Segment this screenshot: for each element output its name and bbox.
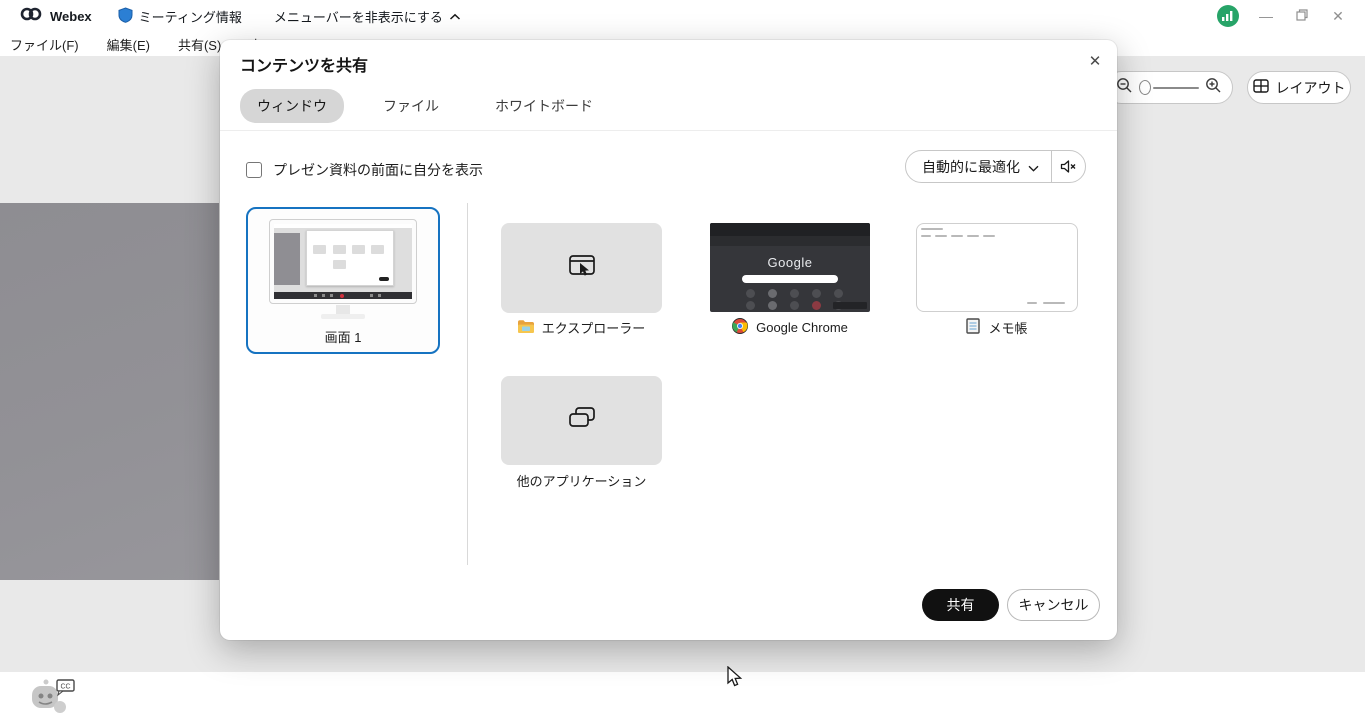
svg-text:CC: CC: [60, 684, 70, 691]
meeting-controls-bar: [0, 672, 1365, 725]
close-window-button[interactable]: ✕: [1329, 8, 1347, 25]
hide-menubar-label: メニューバーを非表示にする: [274, 7, 443, 26]
monitor-stand: [336, 305, 350, 314]
chevron-up-icon: [449, 9, 461, 24]
webex-assistant-icon[interactable]: CC: [24, 676, 76, 720]
screen-1-card[interactable]: 画面 1: [246, 207, 440, 354]
dialog-cancel-button[interactable]: キャンセル: [1007, 589, 1100, 621]
stacked-windows-icon: [567, 404, 597, 437]
window-card-other-apps[interactable]: [501, 376, 662, 465]
show-me-in-front-checkbox[interactable]: [246, 162, 262, 178]
menu-file[interactable]: ファイル(F): [10, 35, 79, 54]
chrome-footer-chip: [833, 302, 867, 309]
webex-logo-icon: [20, 6, 42, 27]
optimize-dropdown-group: 自動的に最適化: [905, 150, 1086, 183]
minimize-button[interactable]: —: [1257, 8, 1275, 24]
chrome-addressbar: [710, 236, 870, 246]
tab-file[interactable]: ファイル: [366, 89, 456, 123]
app-title: Webex: [50, 9, 92, 24]
chevron-down-icon: [1028, 159, 1039, 175]
window-label-chrome: Google Chrome: [710, 318, 870, 337]
dialog-share-button[interactable]: 共有: [922, 589, 999, 621]
stage-zoom-control: [1105, 71, 1233, 104]
window-label-explorer: エクスプローラー: [501, 318, 662, 337]
window-label-other-apps: 他のアプリケーション: [501, 471, 662, 490]
show-me-in-front-row: プレゼン資料の前面に自分を表示: [246, 160, 483, 180]
zoom-out-icon[interactable]: [1116, 77, 1133, 99]
meeting-info-button[interactable]: ミーティング情報: [118, 7, 242, 26]
titlebar: Webex ミーティング情報 メニューバーを非表示にする — ✕: [0, 0, 1365, 32]
dialog-close-icon[interactable]: ✕: [1082, 48, 1108, 74]
meeting-info-label: ミーティング情報: [139, 7, 242, 26]
self-video-tile[interactable]: [0, 203, 219, 580]
zoom-in-icon[interactable]: [1205, 77, 1222, 99]
chrome-tabstrip: [710, 223, 870, 236]
tabs-divider: [220, 130, 1117, 131]
optimize-label: 自動的に最適化: [922, 157, 1020, 177]
tab-window[interactable]: ウィンドウ: [240, 89, 344, 123]
menu-edit[interactable]: 編集(E): [107, 35, 150, 54]
layout-button[interactable]: レイアウト: [1247, 71, 1351, 104]
explorer-folder-icon: [518, 320, 534, 336]
window-label-notepad: メモ帳: [916, 318, 1078, 337]
screen-1-label: 画面 1: [248, 327, 438, 346]
connection-quality-indicator[interactable]: [1217, 5, 1239, 27]
share-audio-muted-icon[interactable]: [1052, 151, 1085, 182]
screen-1-thumbnail: [269, 219, 417, 304]
share-tabs: ウィンドウ ファイル ホワイトボード: [240, 89, 610, 123]
hide-menubar-button[interactable]: メニューバーを非表示にする: [274, 7, 461, 26]
layout-grid-icon: [1253, 79, 1269, 96]
dialog-title: コンテンツを共有: [240, 52, 368, 76]
tab-whiteboard[interactable]: ホワイトボード: [478, 89, 610, 123]
chrome-searchbox: [742, 275, 838, 283]
layout-label: レイアウト: [1276, 78, 1346, 98]
chrome-icon: [732, 318, 748, 337]
zoom-slider-track[interactable]: [1153, 87, 1199, 89]
notepad-icon: [966, 318, 980, 337]
zoom-slider-handle[interactable]: [1139, 80, 1151, 95]
optimize-dropdown[interactable]: 自動的に最適化: [906, 151, 1051, 182]
content-divider: [467, 203, 468, 565]
monitor-base: [321, 314, 365, 319]
window-card-chrome[interactable]: Google: [710, 223, 870, 312]
share-content-dialog: コンテンツを共有 ✕ ウィンドウ ファイル ホワイトボード プレゼン資料の前面に…: [220, 40, 1117, 640]
window-card-explorer[interactable]: [501, 223, 662, 313]
window-cursor-icon: [567, 253, 597, 284]
restore-button[interactable]: [1293, 8, 1311, 24]
window-card-notepad[interactable]: [916, 223, 1078, 312]
menu-share[interactable]: 共有(S): [178, 35, 221, 54]
chrome-logo-text: Google: [710, 255, 870, 270]
show-me-in-front-label: プレゼン資料の前面に自分を表示: [273, 160, 483, 180]
shield-icon: [118, 7, 133, 26]
